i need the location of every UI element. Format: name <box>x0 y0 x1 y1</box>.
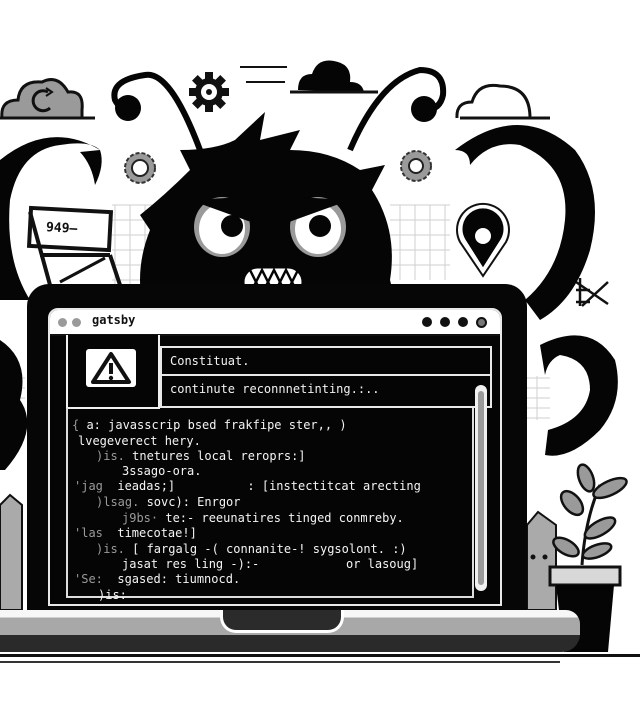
console-scrollbar[interactable] <box>475 385 487 591</box>
window-dot-1[interactable] <box>58 318 67 327</box>
alert-panel <box>66 335 160 409</box>
desk-edge <box>0 654 640 657</box>
terminal-window: gatsby Constituat. continute reconnnetin… <box>48 308 502 606</box>
error-x-icon <box>575 278 609 307</box>
console-line: 'las timecotae!] <box>74 526 197 540</box>
window-control-2[interactable] <box>440 317 450 327</box>
console-line: )is: <box>98 588 127 602</box>
console-line: )is. [ fargalg -( connanite-! sygsolont.… <box>96 542 407 556</box>
console-line: jasat res ling -):- or lasoug] <box>122 557 419 571</box>
grid-far-right-icon <box>525 376 550 420</box>
message-status: continute reconnnetinting.:.. <box>170 382 380 396</box>
gear-icon <box>189 72 229 112</box>
console-line: 3ssago-ora. <box>122 464 202 478</box>
cloud-outline-icon <box>455 83 550 120</box>
console-line: 'Se: sgased: tiumnocd. <box>74 572 241 586</box>
console-output: { a: javasscrip bsed frakfipe ster,, ) l… <box>66 408 474 602</box>
laptop-notch <box>220 610 344 633</box>
cloud-dark-icon <box>240 60 378 94</box>
window-dot-2[interactable] <box>72 318 81 327</box>
console-line: )lsag. sovc): Enrgor <box>96 495 241 509</box>
antenna-left-tip <box>115 95 141 121</box>
alert-icon-frame <box>86 349 136 387</box>
console-line: 'jag ieadas;] : [instectitcat arecting <box>74 479 421 493</box>
sign-text: 949– <box>45 220 78 237</box>
window-control-3[interactable] <box>458 317 468 327</box>
scrollbar-thumb[interactable] <box>478 391 484 585</box>
warning-triangle-icon <box>91 352 131 384</box>
window-titlebar: gatsby <box>50 310 500 336</box>
gear-gray-right-icon <box>400 150 432 182</box>
antenna-right-tip <box>411 96 437 122</box>
grid-right-icon <box>390 204 450 280</box>
window-title: gatsby <box>92 313 136 327</box>
location-pin-icon <box>456 202 510 278</box>
console-line: lvegeverect hery. <box>78 434 201 448</box>
message-title: Constituat. <box>170 354 250 368</box>
sign-board-icon <box>26 205 122 286</box>
fence-left-icon <box>0 493 23 611</box>
console-line: { a: javasscrip bsed frakfipe ster,, ) <box>72 418 347 432</box>
window-control-4[interactable] <box>476 317 487 328</box>
message-box: Constituat. continute reconnnetinting.:.… <box>160 346 492 408</box>
window-control-1[interactable] <box>422 317 432 327</box>
bug-illustration: gatsby Constituat. continute reconnnetin… <box>0 0 640 720</box>
gear-gray-left-icon <box>124 152 156 184</box>
console-line: )is. tnetures local reroprs:] <box>96 449 306 463</box>
console-line: j9bs· te:- reeunatires tinged conmreby. <box>122 511 404 525</box>
fence-right-icon <box>526 510 557 611</box>
desk-shadow <box>0 661 560 663</box>
cloud-sync-icon <box>0 78 95 120</box>
message-title-row: Constituat. <box>162 348 490 376</box>
